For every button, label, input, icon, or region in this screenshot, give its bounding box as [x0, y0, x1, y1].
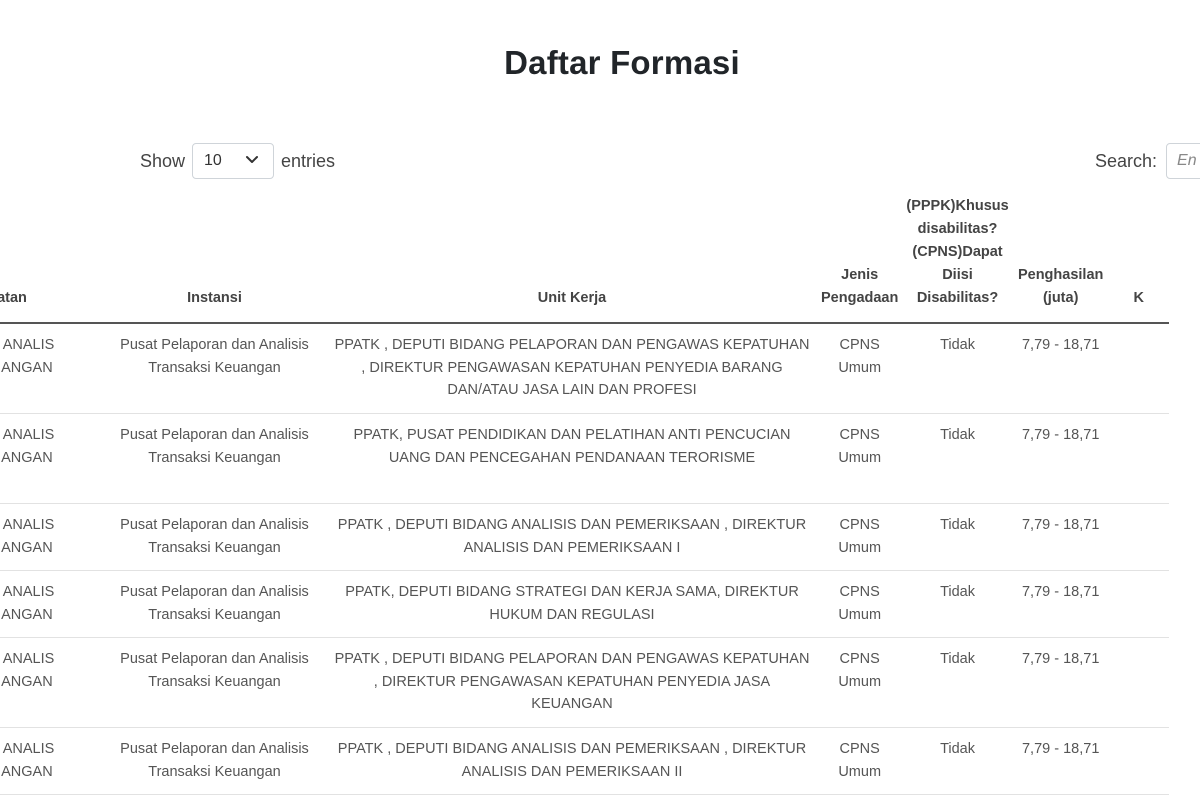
cell-jabatan: MA - ANALIS KEUANGAN	[0, 727, 102, 795]
cell-next-column	[1108, 503, 1169, 571]
cell-jabatan: MA - ANALIS KEUANGAN	[0, 323, 102, 414]
cell-unit-kerja: PPATK , DEPUTI BIDANG ANALISIS DAN PEMER…	[327, 503, 817, 571]
table-row: MA - ANALIS KEUANGAN Pusat Pelaporan dan…	[0, 503, 1169, 571]
table-row: MA - ANALIS KEUANGAN Pusat Pelaporan dan…	[0, 570, 1169, 638]
cell-jabatan: MA - ANALIS KEUANGAN	[0, 503, 102, 571]
cell-instansi: Pusat Pelaporan dan Analisis Transaksi K…	[102, 570, 327, 638]
cell-instansi: Pusat Pelaporan dan Analisis Transaksi K…	[102, 727, 327, 795]
cell-penghasilan: 7,79 - 18,71	[1012, 323, 1109, 414]
entries-per-page-value: 10	[204, 152, 222, 169]
header-penghasilan[interactable]: Penghasilan (juta)	[1012, 195, 1109, 324]
header-jabatan[interactable]: atan	[0, 195, 102, 324]
table-row: MA - ANALIS KEUANGAN Pusat Pelaporan dan…	[0, 637, 1169, 728]
cell-unit-kerja: PPATK , DEPUTI BIDANG PELAPORAN DAN PENG…	[327, 637, 817, 728]
cell-jenis-pengadaan: CPNS Umum	[817, 413, 903, 504]
cell-instansi: Pusat Pelaporan dan Analisis Transaksi K…	[102, 637, 327, 728]
cell-disabilitas: Tidak	[902, 637, 1013, 728]
search-control: Search:	[1095, 143, 1200, 179]
table-row: MA - ANALIS KEUANGAN Pusat Pelaporan dan…	[0, 413, 1169, 504]
cell-next-column	[1108, 413, 1169, 504]
cell-disabilitas: Tidak	[902, 503, 1013, 571]
cell-jenis-pengadaan: CPNS Umum	[817, 323, 903, 414]
cell-disabilitas: Tidak	[902, 323, 1013, 414]
table-header-row: atan Instansi Unit Kerja Jenis Pengadaan…	[0, 195, 1169, 324]
header-disabilitas[interactable]: (PPPK)Khusus disabilitas? (CPNS)Dapat Di…	[902, 195, 1013, 324]
cell-instansi: Pusat Pelaporan dan Analisis Transaksi K…	[102, 503, 327, 571]
cell-penghasilan: 7,79 - 18,71	[1012, 727, 1109, 795]
page: Daftar Formasi Show 10 entries Search: a…	[0, 0, 1200, 800]
cell-next-column	[1108, 570, 1169, 638]
cell-instansi: Pusat Pelaporan dan Analisis Transaksi K…	[102, 323, 327, 414]
cell-unit-kerja: PPATK , DEPUTI BIDANG ANALISIS DAN PEMER…	[327, 727, 817, 795]
page-title: Daftar Formasi	[504, 44, 740, 81]
cell-jenis-pengadaan: CPNS Umum	[817, 503, 903, 571]
cell-unit-kerja: PPATK, PUSAT PENDIDIKAN DAN PELATIHAN AN…	[327, 413, 817, 504]
show-label: Show	[140, 150, 186, 171]
table-row: MA - ANALIS KEUANGAN Pusat Pelaporan dan…	[0, 727, 1169, 795]
cell-disabilitas: Tidak	[902, 727, 1013, 795]
cell-penghasilan: 7,79 - 18,71	[1012, 570, 1109, 638]
header-next-column[interactable]: K	[1108, 195, 1169, 324]
cell-penghasilan: 7,79 - 18,71	[1012, 413, 1109, 504]
cell-jabatan: MA - ANALIS KEUANGAN	[0, 570, 102, 638]
formasi-table: atan Instansi Unit Kerja Jenis Pengadaan…	[0, 195, 1169, 795]
cell-next-column	[1108, 323, 1169, 414]
cell-jenis-pengadaan: CPNS Umum	[817, 570, 903, 638]
cell-unit-kerja: PPATK , DEPUTI BIDANG PELAPORAN DAN PENG…	[327, 323, 817, 414]
chevron-down-icon	[246, 156, 259, 163]
search-label: Search:	[1095, 150, 1158, 171]
formasi-table-wrapper: atan Instansi Unit Kerja Jenis Pengadaan…	[0, 195, 1169, 795]
table-row: MA - ANALIS KEUANGAN Pusat Pelaporan dan…	[0, 323, 1169, 414]
cell-instansi: Pusat Pelaporan dan Analisis Transaksi K…	[102, 413, 327, 504]
entries-length-control: Show 10 entries	[140, 143, 335, 179]
cell-penghasilan: 7,79 - 18,71	[1012, 503, 1109, 571]
cell-next-column	[1108, 637, 1169, 728]
cell-jabatan: MA - ANALIS KEUANGAN	[0, 413, 102, 504]
cell-jenis-pengadaan: CPNS Umum	[817, 727, 903, 795]
cell-jenis-pengadaan: CPNS Umum	[817, 637, 903, 728]
cell-disabilitas: Tidak	[902, 413, 1013, 504]
header-unit-kerja[interactable]: Unit Kerja	[327, 195, 817, 324]
cell-jabatan: MA - ANALIS KEUANGAN	[0, 637, 102, 728]
entries-label: entries	[281, 150, 336, 171]
cell-unit-kerja: PPATK, DEPUTI BIDANG STRATEGI DAN KERJA …	[327, 570, 817, 638]
search-input[interactable]	[1166, 143, 1200, 179]
cell-penghasilan: 7,79 - 18,71	[1012, 637, 1109, 728]
header-jenis-pengadaan[interactable]: Jenis Pengadaan	[817, 195, 903, 324]
entries-per-page-select[interactable]: 10	[192, 143, 275, 179]
cell-next-column	[1108, 727, 1169, 795]
header-instansi[interactable]: Instansi	[102, 195, 327, 324]
cell-disabilitas: Tidak	[902, 570, 1013, 638]
